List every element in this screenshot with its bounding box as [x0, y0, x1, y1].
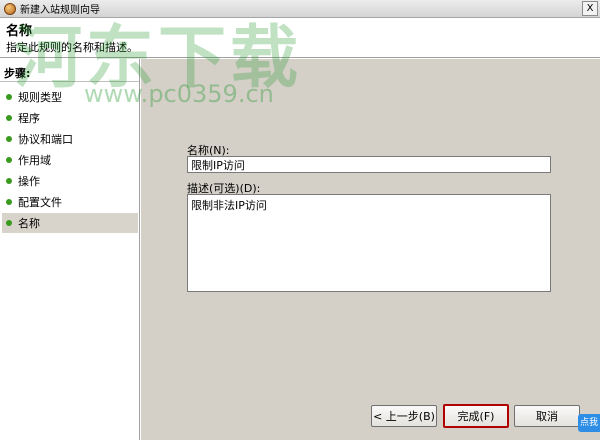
- step-profile[interactable]: 配置文件: [2, 192, 138, 212]
- steps-heading: 步骤:: [4, 67, 31, 80]
- step-rule-type[interactable]: 规则类型: [2, 87, 138, 107]
- corner-badge[interactable]: 点我: [578, 414, 600, 432]
- window-title: 新建入站规则向导: [20, 5, 100, 16]
- step-label: 操作: [18, 175, 40, 188]
- finish-button[interactable]: 完成(F): [443, 404, 509, 428]
- wizard-header: 名称 指定此规则的名称和描述。: [0, 18, 600, 58]
- page-title: 名称: [6, 24, 33, 39]
- step-name[interactable]: 名称: [2, 213, 138, 233]
- step-label: 协议和端口: [18, 133, 73, 146]
- steps-divider: [0, 81, 139, 82]
- step-protocol-ports[interactable]: 协议和端口: [2, 129, 138, 149]
- bullet-icon: [6, 178, 12, 184]
- step-label: 程序: [18, 112, 40, 125]
- bullet-icon: [6, 199, 12, 205]
- step-program[interactable]: 程序: [2, 108, 138, 128]
- bullet-icon: [6, 157, 12, 163]
- cancel-button[interactable]: 取消: [514, 405, 580, 427]
- title-bar: 新建入站规则向导 X: [0, 0, 600, 18]
- steps-pane: 步骤: 规则类型 程序 协议和端口 作用域 操作 配置文件 名称: [0, 59, 140, 440]
- firewall-app-icon: [4, 2, 16, 15]
- step-label: 名称: [18, 217, 40, 230]
- step-scope[interactable]: 作用域: [2, 150, 138, 170]
- step-action[interactable]: 操作: [2, 171, 138, 191]
- bullet-icon: [6, 220, 12, 226]
- description-field[interactable]: 限制非法IP访问: [187, 194, 551, 292]
- back-button[interactable]: < 上一步(B): [371, 405, 437, 427]
- bullet-icon: [6, 136, 12, 142]
- close-button[interactable]: X: [582, 1, 598, 16]
- step-label: 规则类型: [18, 91, 62, 104]
- bullet-icon: [6, 115, 12, 121]
- main-pane: 名称(N): 描述(可选)(D): 限制非法IP访问 < 上一步(B) 完成(F…: [141, 59, 600, 440]
- step-label: 配置文件: [18, 196, 62, 209]
- page-description: 指定此规则的名称和描述。: [6, 41, 138, 54]
- bullet-icon: [6, 94, 12, 100]
- step-label: 作用域: [18, 154, 51, 167]
- name-field[interactable]: [187, 156, 551, 173]
